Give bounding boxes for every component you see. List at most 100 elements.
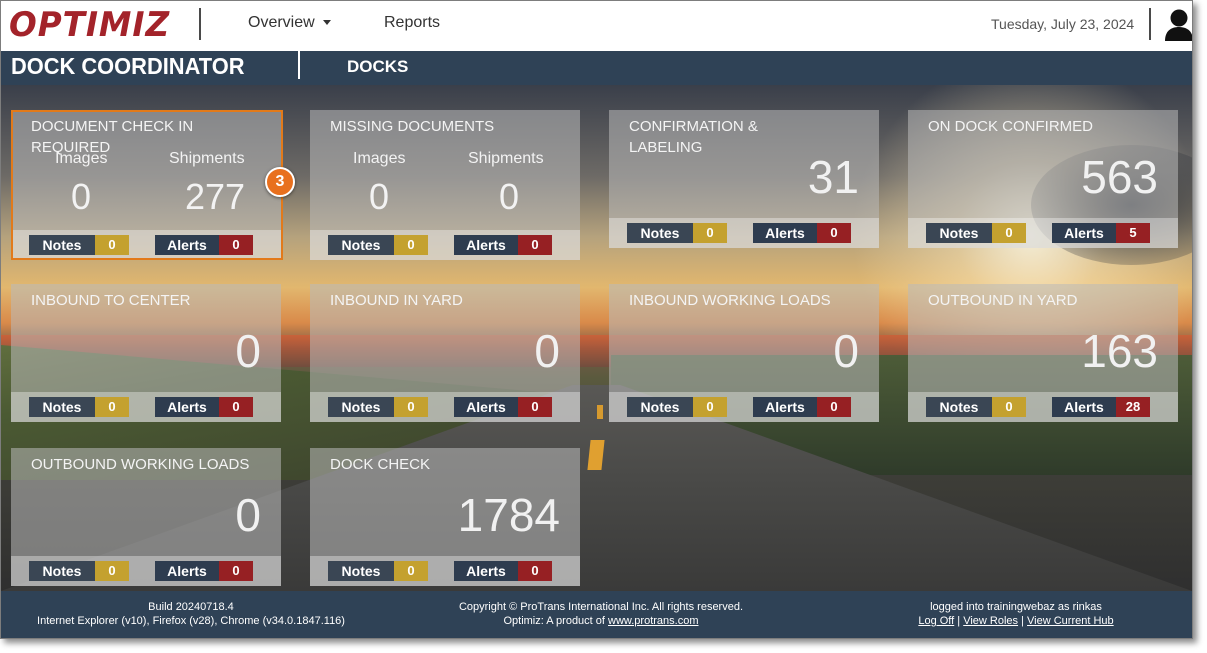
notes-badge[interactable]: Notes 0 <box>328 235 428 255</box>
tile-title: ON DOCK CONFIRMED <box>928 118 1093 135</box>
alerts-label: Alerts <box>155 235 219 255</box>
images-value[interactable]: 0 <box>369 176 389 218</box>
alerts-label: Alerts <box>753 397 817 417</box>
alerts-count: 0 <box>219 235 253 255</box>
alerts-badge[interactable]: Alerts 0 <box>155 235 253 255</box>
alerts-badge[interactable]: Alerts 0 <box>753 223 851 243</box>
notes-badge[interactable]: Notes 0 <box>29 235 129 255</box>
caret-down-icon <box>322 20 331 26</box>
top-bar: OPTIMIZ Overview Reports Tuesday, July 2… <box>1 1 1192 51</box>
notes-badge[interactable]: Notes 0 <box>627 397 727 417</box>
tile-count[interactable]: 31 <box>808 150 859 204</box>
tile-title: INBOUND TO CENTER <box>31 292 191 309</box>
alerts-badge[interactable]: Alerts 28 <box>1052 397 1150 417</box>
nav-overview-label: Overview <box>248 14 315 31</box>
build-info: Build 20240718.4 Internet Explorer (v10)… <box>31 600 351 628</box>
notes-badge[interactable]: Notes 0 <box>926 223 1026 243</box>
browser-support: Internet Explorer (v10), Firefox (v28), … <box>37 615 345 627</box>
session-links: Log Off | View Roles | View Current Hub <box>881 614 1151 628</box>
tile-inbound-to-center[interactable]: INBOUND TO CENTER 0 Notes 0 Alerts 0 <box>11 284 281 422</box>
notes-count: 0 <box>394 561 428 581</box>
notes-label: Notes <box>926 223 992 243</box>
product-line: Optimiz: A product of www.protrans.com <box>441 614 761 628</box>
alerts-badge[interactable]: Alerts 0 <box>155 561 253 581</box>
tile-footer: Notes 0 Alerts 0 <box>310 556 580 586</box>
notes-label: Notes <box>29 235 95 255</box>
shipments-value[interactable]: 0 <box>499 176 519 218</box>
tile-footer: Notes 0 Alerts 0 <box>310 392 580 422</box>
tile-outbound-in-yard[interactable]: OUTBOUND IN YARD 163 Notes 0 Alerts 28 <box>908 284 1178 422</box>
shipments-label: Shipments <box>169 150 245 167</box>
notes-badge[interactable]: Notes 0 <box>926 397 1026 417</box>
alerts-badge[interactable]: Alerts 5 <box>1052 223 1150 243</box>
notes-count: 0 <box>95 397 129 417</box>
session-info: logged into trainingwebaz as rinkas Log … <box>881 600 1151 628</box>
shipments-value[interactable]: 277 <box>185 176 245 218</box>
alerts-badge[interactable]: Alerts 0 <box>155 397 253 417</box>
user-divider <box>1149 8 1151 40</box>
notes-label: Notes <box>328 561 394 581</box>
nav-overview[interactable]: Overview <box>248 14 331 32</box>
notes-badge[interactable]: Notes 0 <box>627 223 727 243</box>
tile-count[interactable]: 0 <box>235 324 261 378</box>
alerts-badge[interactable]: Alerts 0 <box>454 397 552 417</box>
notes-badge[interactable]: Notes 0 <box>328 397 428 417</box>
link-separator: | <box>957 615 961 627</box>
view-roles-link[interactable]: View Roles <box>963 615 1018 627</box>
alerts-count: 0 <box>518 235 552 255</box>
alerts-count: 0 <box>817 397 851 417</box>
tile-count[interactable]: 563 <box>1081 150 1158 204</box>
section-docks[interactable]: DOCKS <box>347 57 408 77</box>
tile-document-check-in-required[interactable]: DOCUMENT CHECK IN REQUIRED Images Shipme… <box>11 110 281 260</box>
product-prefix: Optimiz: A product of <box>503 615 605 627</box>
tile-footer: Notes 0 Alerts 5 <box>908 218 1178 248</box>
notes-count: 0 <box>693 223 727 243</box>
tile-count[interactable]: 163 <box>1081 324 1158 378</box>
tile-count[interactable]: 0 <box>833 324 859 378</box>
alerts-label: Alerts <box>1052 223 1116 243</box>
log-off-link[interactable]: Log Off <box>918 615 954 627</box>
notes-badge[interactable]: Notes 0 <box>29 561 129 581</box>
current-date: Tuesday, July 23, 2024 <box>991 16 1135 32</box>
notes-label: Notes <box>328 397 394 417</box>
tile-title: OUTBOUND WORKING LOADS <box>31 456 250 473</box>
alerts-label: Alerts <box>454 561 518 581</box>
link-separator: | <box>1021 615 1024 627</box>
tile-title: CONFIRMATION & LABELING <box>629 118 758 156</box>
alerts-label: Alerts <box>753 223 817 243</box>
notes-badge[interactable]: Notes 0 <box>328 561 428 581</box>
alerts-badge[interactable]: Alerts 0 <box>753 397 851 417</box>
tile-count[interactable]: 0 <box>534 324 560 378</box>
optimiz-logo[interactable]: OPTIMIZ <box>9 5 170 45</box>
user-icon[interactable] <box>1164 7 1193 41</box>
notes-count: 0 <box>95 235 129 255</box>
tile-missing-documents[interactable]: MISSING DOCUMENTS Images Shipments 0 0 N… <box>310 110 580 260</box>
copyright-text: Copyright © ProTrans International Inc. … <box>458 601 744 613</box>
tile-dock-check[interactable]: DOCK CHECK 1784 Notes 0 Alerts 0 <box>310 448 580 586</box>
tile-on-dock-confirmed[interactable]: ON DOCK CONFIRMED 563 Notes 0 Alerts 5 <box>908 110 1178 248</box>
tile-confirmation-labeling[interactable]: CONFIRMATION & LABELING 31 Notes 0 Alerts… <box>609 110 879 248</box>
tile-count[interactable]: 1784 <box>458 488 560 542</box>
notes-label: Notes <box>627 397 693 417</box>
protrans-link[interactable]: www.protrans.com <box>608 615 698 627</box>
images-value[interactable]: 0 <box>71 176 91 218</box>
alerts-badge[interactable]: Alerts 0 <box>454 561 552 581</box>
tile-inbound-in-yard[interactable]: INBOUND IN YARD 0 Notes 0 Alerts 0 <box>310 284 580 422</box>
tile-footer: Notes 0 Alerts 0 <box>11 556 281 586</box>
alerts-badge[interactable]: Alerts 0 <box>454 235 552 255</box>
logged-in-text: logged into trainingwebaz as rinkas <box>930 601 1102 613</box>
alerts-count: 0 <box>817 223 851 243</box>
tile-count[interactable]: 0 <box>235 488 261 542</box>
notes-badge[interactable]: Notes 0 <box>29 397 129 417</box>
shipments-label: Shipments <box>468 150 544 167</box>
tile-inbound-working-loads[interactable]: INBOUND WORKING LOADS 0 Notes 0 Alerts 0 <box>609 284 879 422</box>
notes-label: Notes <box>29 561 95 581</box>
lane-marking <box>597 405 603 419</box>
tile-footer: Notes 0 Alerts 0 <box>11 392 281 422</box>
images-label: Images <box>353 150 406 167</box>
page-footer: Build 20240718.4 Internet Explorer (v10)… <box>1 591 1192 638</box>
tile-outbound-working-loads[interactable]: OUTBOUND WORKING LOADS 0 Notes 0 Alerts 0 <box>11 448 281 586</box>
tile-footer: Notes 0 Alerts 0 <box>609 392 879 422</box>
nav-reports[interactable]: Reports <box>384 14 440 32</box>
view-current-hub-link[interactable]: View Current Hub <box>1027 615 1114 627</box>
